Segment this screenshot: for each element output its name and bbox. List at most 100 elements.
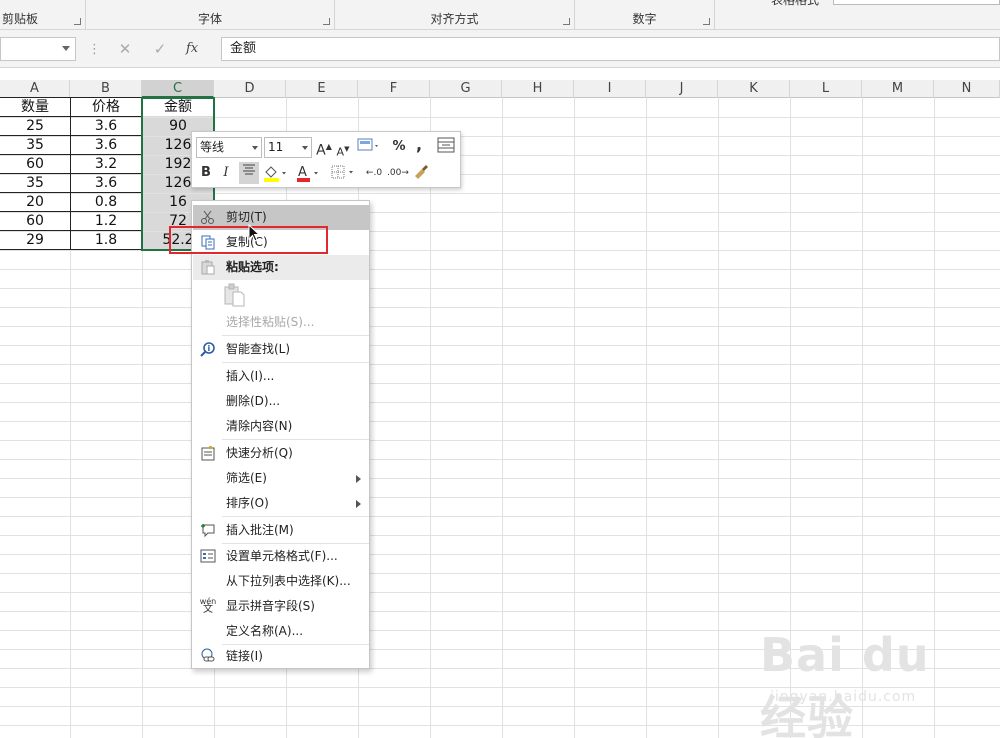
header-cell[interactable]: 数量 [0,98,70,117]
menu-item-paste-special[interactable]: 选择性粘贴(S)... [193,310,369,335]
ribbon-group-number: 数字 [575,0,715,30]
percent-style-icon[interactable]: % [390,137,408,157]
decrease-decimal-icon[interactable]: .00→ [387,163,409,183]
fill-color-icon[interactable] [262,163,288,183]
watermark-logo: Bai du 经验 [760,628,930,738]
italic-button[interactable]: I [218,163,234,183]
borders-icon[interactable] [329,163,357,183]
name-box[interactable] [0,37,76,61]
menu-item-format-cells[interactable]: 设置单元格格式(F)... [193,544,369,569]
table-cell[interactable]: 20 [0,193,70,212]
smart-lookup-icon: i [199,341,217,358]
mouse-cursor-icon [248,224,261,242]
table-cell[interactable]: 1.2 [70,212,142,231]
table-cell[interactable]: 35 [0,136,70,155]
table-cell[interactable]: 35 [0,174,70,193]
chevron-down-icon[interactable] [62,46,70,51]
font-name-box[interactable]: 等线 [196,137,262,158]
bold-button[interactable]: B [197,163,215,183]
menu-item-quick-analysis[interactable]: 快速分析(Q) [193,441,369,466]
menu-item-clear-contents[interactable]: 清除内容(N) [193,414,369,439]
ribbon: 剪贴板 字体 对齐方式 数字 表格格式 [0,0,1000,30]
table-cell[interactable]: 3.6 [70,174,142,193]
cell-styles-icon[interactable] [355,137,381,157]
column-header-l[interactable]: L [790,80,862,98]
shrink-font-icon[interactable]: A▼ [336,139,350,159]
dialog-launcher-icon[interactable] [323,18,330,25]
styles-label[interactable]: 表格格式 [771,0,819,8]
gridline-vertical [574,98,575,738]
column-header-b[interactable]: B [70,80,142,98]
comma-style-icon[interactable]: , [412,135,426,155]
table-cell[interactable]: 3.2 [70,155,142,174]
menu-item-pick-from-list[interactable]: 从下拉列表中选择(K)... [193,569,369,594]
gridline-horizontal [0,326,1000,327]
font-size-box[interactable]: 11 [264,137,312,158]
menu-item-insert[interactable]: 插入(I)... [193,364,369,389]
gridline-horizontal [0,535,1000,536]
formula-input[interactable]: 金额 [221,37,1000,61]
gridline-vertical [502,98,503,738]
column-header-h[interactable]: H [502,80,574,98]
dialog-launcher-icon[interactable] [703,18,710,25]
gridline-horizontal [0,611,1000,612]
gridline-horizontal [0,592,1000,593]
header-cell[interactable]: 价格 [70,98,142,117]
menu-item-smart-lookup[interactable]: i 智能查找(L) [193,337,369,362]
column-header-a[interactable]: A [0,80,70,98]
menu-separator [222,362,369,363]
insert-function-icon[interactable]: fx [186,38,198,60]
menu-item-delete[interactable]: 删除(D)... [193,389,369,414]
menu-item-insert-comment[interactable]: 插入批注(M) [193,518,369,543]
table-cell[interactable]: 0.8 [70,193,142,212]
merge-center-icon[interactable] [436,137,456,157]
menu-separator [222,439,369,440]
paste-option-icon[interactable] [223,283,245,307]
dialog-launcher-icon[interactable] [563,18,570,25]
column-header-g[interactable]: G [430,80,502,98]
table-cell[interactable]: 25 [0,117,70,136]
column-header-c[interactable]: C [142,80,214,98]
svg-text:A: A [298,165,307,180]
menu-item-phonetic[interactable]: wén 文 显示拼音字段(S) [193,594,369,619]
table-border [70,97,71,250]
column-header-d[interactable]: D [214,80,286,98]
gridline-horizontal [0,421,1000,422]
menu-item-define-name[interactable]: 定义名称(A)... [193,619,369,644]
format-painter-icon[interactable] [411,162,431,182]
column-header-f[interactable]: F [358,80,430,98]
table-cell[interactable]: 29 [0,231,70,250]
align-center-button[interactable] [239,162,259,184]
column-header-e[interactable]: E [286,80,358,98]
font-color-icon[interactable]: A [295,163,321,183]
chevron-down-icon[interactable] [252,146,258,150]
excel-window: 剪贴板 字体 对齐方式 数字 表格格式 ⋮ ✕ ✓ fx 金额 A B C D … [0,0,1000,738]
column-header-i[interactable]: I [574,80,646,98]
dialog-launcher-icon[interactable] [74,18,81,25]
table-border [0,97,142,98]
context-menu: 剪切(T) 复制(C) 粘贴选项: 选择性粘贴(S)... i 智能查找(L) [191,200,370,669]
grow-font-icon[interactable]: A▲ [316,137,332,159]
increase-decimal-icon[interactable]: ←.0 [363,163,385,183]
table-cell[interactable]: 1.8 [70,231,142,250]
gridline-horizontal [0,269,1000,270]
column-header-m[interactable]: M [862,80,934,98]
menu-item-sort[interactable]: 排序(O) [193,491,369,516]
menu-item-link[interactable]: 链接(I) [193,644,369,669]
column-header-n[interactable]: N [934,80,1000,98]
close-icon[interactable]: ✕ [112,38,138,60]
ribbon-group-alignment: 对齐方式 [335,0,575,30]
table-cell[interactable]: 3.6 [70,117,142,136]
chevron-down-icon[interactable] [302,146,308,150]
check-icon[interactable]: ✓ [147,38,173,60]
table-cell[interactable]: 60 [0,155,70,174]
table-cell[interactable]: 60 [0,212,70,231]
column-header-j[interactable]: J [646,80,718,98]
menu-item-filter[interactable]: 筛选(E) [193,466,369,491]
style-gallery[interactable] [833,0,1000,5]
formula-bar-grip-icon: ⋮ [88,42,101,57]
column-header-k[interactable]: K [718,80,790,98]
gridline-vertical [430,98,431,738]
table-border [0,192,142,193]
table-cell[interactable]: 3.6 [70,136,142,155]
